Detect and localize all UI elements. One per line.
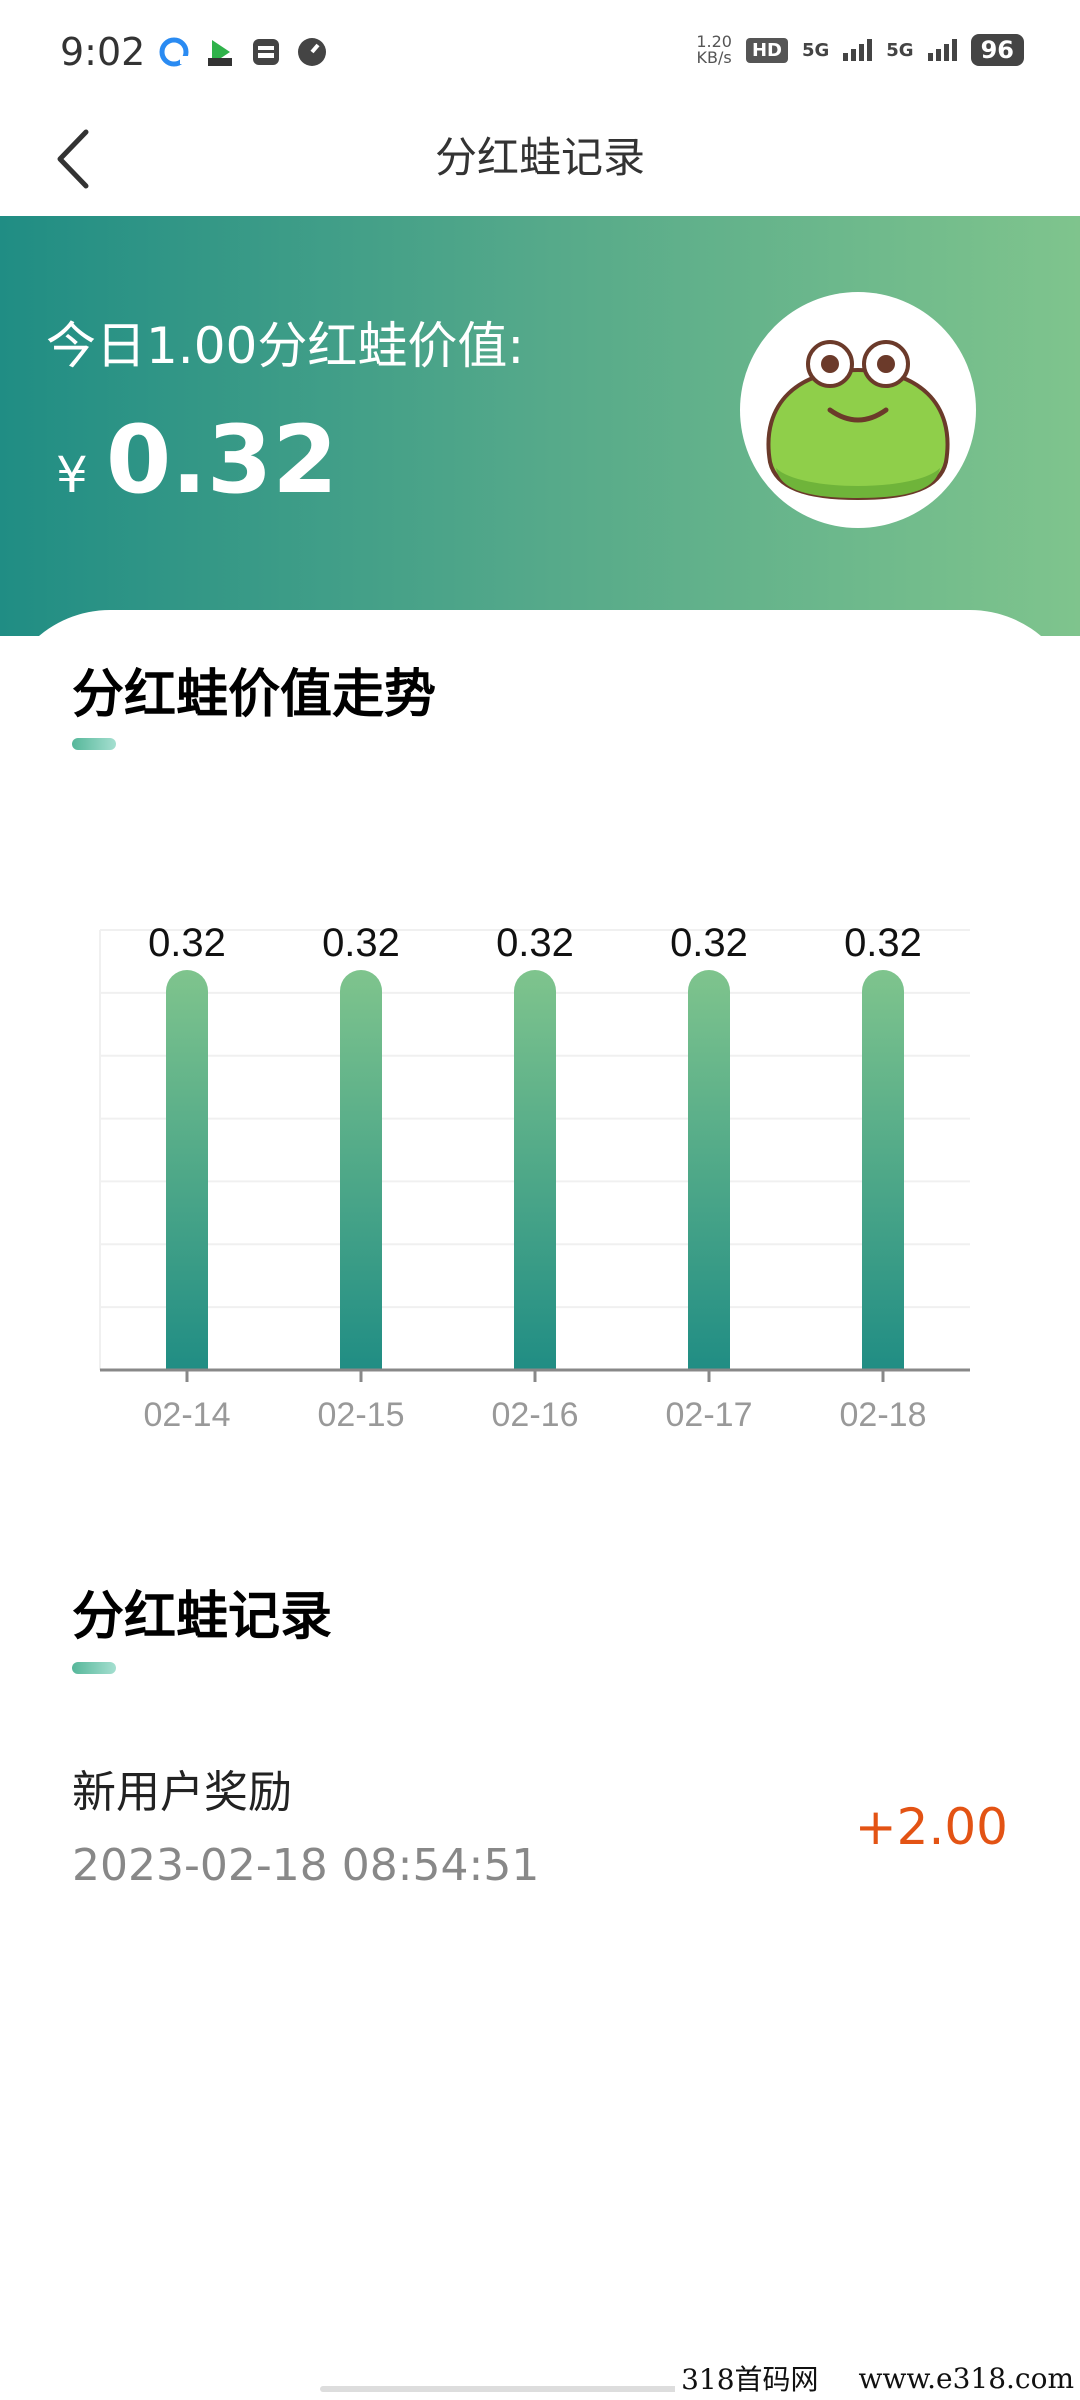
chart-bar (688, 970, 730, 1370)
network-speed: 1.20 KB/s (696, 32, 732, 67)
content-card: 分红蛙价值走势 0.32 0.32 0.32 0.32 0.32 02-14 02-15 0… (0, 610, 1080, 2400)
records-section-title: 分红蛙记录 (72, 1587, 333, 1647)
x-axis-tick-label: 02-17 (666, 1396, 753, 1434)
notification-icons (158, 36, 328, 68)
currency-symbol: ¥ (56, 446, 88, 504)
gauge-icon (296, 36, 328, 68)
system-status-icons: 1.20 KB/s HD 5G 5G 96 (696, 34, 1024, 66)
record-amount: +2.00 (854, 1798, 1008, 1856)
today-value-number: 0.32 (105, 406, 338, 515)
page-title: 分红蛙记录 (434, 133, 645, 182)
bar-chart: 0.32 0.32 0.32 0.32 0.32 02-14 02-15 02-16 02-1… (99, 921, 970, 1434)
frog-avatar (740, 292, 976, 528)
today-value: ¥ 0.32 (56, 406, 338, 515)
chart-bar (862, 970, 904, 1370)
watermark: 318首码网 www.e318.com (675, 2356, 1080, 2400)
value-trend-chart: 0.32 0.32 0.32 0.32 0.32 02-14 02-15 02-16 02-1… (0, 890, 1080, 1454)
chart-x-axis: 02-14 02-15 02-16 02-17 02-18 (100, 1368, 970, 1434)
battery-icon: 96 (970, 34, 1024, 66)
status-time: 9:02 (60, 30, 146, 74)
x-axis-tick-label: 02-14 (144, 1396, 231, 1434)
chart-bars (166, 970, 904, 1370)
sim2-network-label: 5G (886, 39, 914, 61)
navigation-bar: 分红蛙记录 (0, 100, 1080, 216)
record-name: 新用户奖励 (72, 1767, 292, 1818)
browser-icon (158, 36, 190, 68)
section-underline (72, 1662, 116, 1674)
chart-data-labels: 0.32 0.32 0.32 0.32 0.32 (148, 921, 922, 965)
value-header: 今日1.00分红蛙价值: ¥ 0.32 (0, 216, 1080, 636)
bar-value-label: 0.32 (844, 921, 922, 965)
section-underline (72, 738, 116, 750)
watermark-url: www.e318.com (858, 2361, 1074, 2395)
record-item[interactable]: 新用户奖励 2023-02-18 08:54:51 +2.00 (72, 1756, 1008, 1916)
bar-value-label: 0.32 (322, 921, 400, 965)
sim1-network-label: 5G (801, 39, 830, 61)
trend-section-title: 分红蛙价值走势 (72, 665, 437, 725)
x-axis-tick-label: 02-18 (840, 1396, 927, 1434)
watermark-name: 318首码网 (681, 2363, 819, 2396)
status-bar: 9:02 1.20 KB/s HD 5G 5G 96 (0, 0, 1080, 100)
x-axis-tick-label: 02-15 (318, 1396, 405, 1434)
record-time: 2023-02-18 08:54:51 (72, 1840, 540, 1891)
frog-icon (766, 340, 950, 501)
signal-icon (927, 39, 957, 61)
chart-bar (514, 970, 556, 1370)
today-value-label: 今日1.00分红蛙价值: (46, 317, 525, 375)
bar-value-label: 0.32 (670, 921, 748, 965)
bar-value-label: 0.32 (496, 921, 574, 965)
hd-icon: HD (745, 37, 788, 63)
x-axis-tick-label: 02-16 (492, 1396, 579, 1434)
store-icon (250, 36, 282, 68)
bar-value-label: 0.32 (148, 921, 226, 965)
chart-bar (340, 970, 382, 1370)
video-app-icon (204, 36, 236, 68)
chart-bar (166, 970, 208, 1370)
signal-icon (843, 39, 873, 61)
